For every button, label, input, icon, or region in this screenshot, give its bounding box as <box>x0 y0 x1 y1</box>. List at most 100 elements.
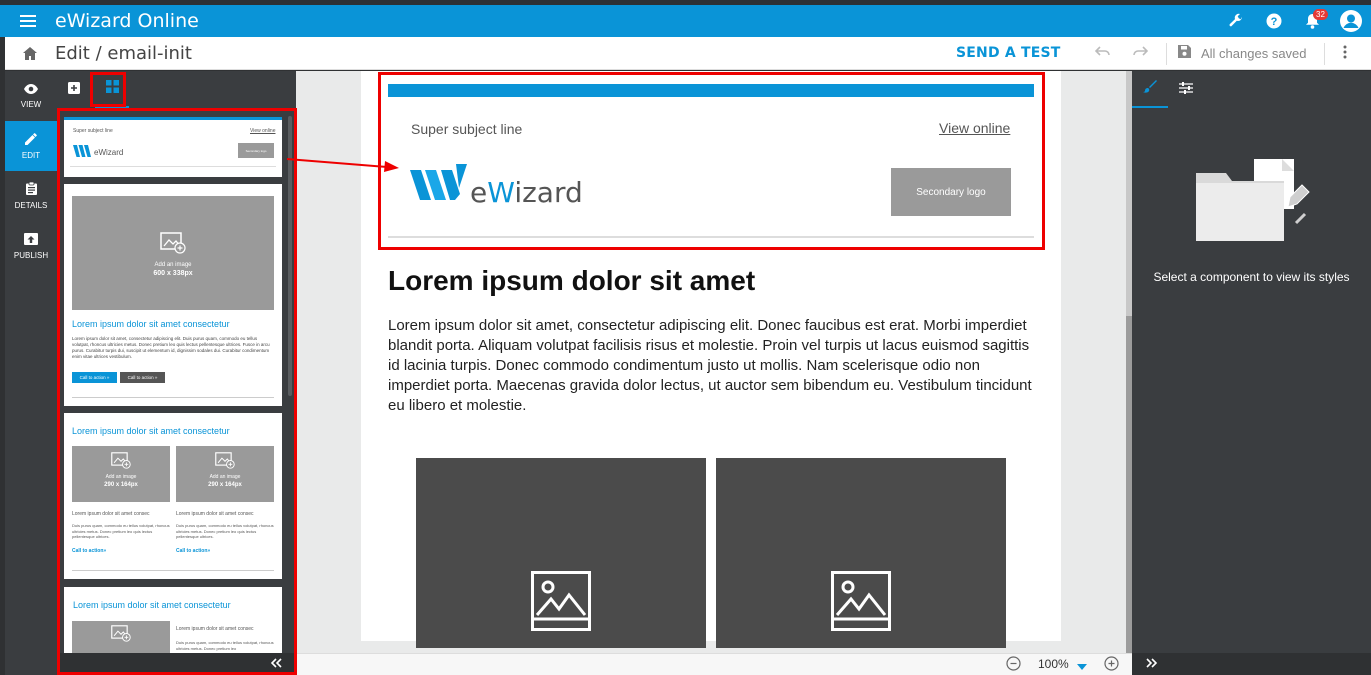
notifications-bell-icon[interactable]: 32 <box>1293 5 1331 37</box>
image-add-icon <box>72 625 170 647</box>
tab-blocks[interactable] <box>95 71 129 108</box>
thumb-brand: eWizard <box>94 148 124 157</box>
thumb-image-placeholder: Add an image 290 x 164px <box>72 446 170 502</box>
rail-item-label: EDIT <box>21 150 41 160</box>
component-thumbnail-two-columns[interactable]: Lorem ipsum dolor sit amet consectetur A… <box>64 413 282 579</box>
thumb-col-text: Duis purus quam, commodo eu tellus volut… <box>176 523 274 539</box>
collapse-left-icon[interactable] <box>270 655 282 673</box>
rail-item-label: PUBLISH <box>13 250 49 260</box>
thumb-hero-text: Lorem ipsum dolor sit amet, consectetur … <box>72 336 270 359</box>
zoom-level[interactable]: 100% <box>1038 657 1069 671</box>
wrench-icon[interactable] <box>1217 5 1255 37</box>
notification-badge: 32 <box>1313 9 1328 20</box>
email-body-text[interactable]: Lorem ipsum dolor sit amet, consectetur … <box>388 316 1038 416</box>
rail-item-edit[interactable]: EDIT <box>5 121 57 171</box>
thumb-image-placeholder: Add an image 600 x 338px <box>72 196 274 310</box>
toolbar-divider <box>1166 43 1167 65</box>
email-image-placeholder[interactable] <box>716 458 1006 648</box>
thumb-two-col-title: Lorem ipsum dolor sit amet consectetur <box>72 426 230 436</box>
empty-state-folder-icon <box>1194 159 1316 248</box>
thumb-col-title: Lorem ipsum dolor sit amet consec <box>176 511 254 517</box>
thumb-image-size: 600 x 338px <box>153 270 193 277</box>
ewizard-logo-icon <box>73 144 93 162</box>
email-image-placeholder[interactable] <box>416 458 706 648</box>
redo-icon[interactable] <box>1132 44 1149 63</box>
app-title: eWizard Online <box>55 10 199 32</box>
save-icon <box>1178 45 1191 63</box>
image-add-icon <box>72 232 274 259</box>
eye-icon <box>24 83 38 96</box>
rail-item-details[interactable]: DETAILS <box>5 171 57 221</box>
thumb-col-title: Lorem ipsum dolor sit amet consec <box>72 511 150 517</box>
component-thumbnail-image-text[interactable]: Lorem ipsum dolor sit amet consectetur L… <box>64 587 282 653</box>
email-preview: Super subject line View online eWizard S… <box>361 71 1061 648</box>
zoom-dropdown-icon[interactable] <box>1077 658 1087 675</box>
tab-styles[interactable] <box>1132 71 1168 108</box>
rail-item-label: VIEW <box>20 99 42 109</box>
header-color-band[interactable] <box>388 84 1034 97</box>
thumb-hero-title: Lorem ipsum dolor sit amet consectetur <box>72 319 230 329</box>
tab-settings[interactable] <box>1168 71 1204 108</box>
home-icon[interactable] <box>5 46 55 60</box>
help-icon[interactable]: ? <box>1255 5 1293 37</box>
rail-item-view[interactable]: VIEW <box>5 71 57 121</box>
expand-right-icon[interactable] <box>1146 655 1158 673</box>
thumb-col-cta: Call to action» <box>72 548 107 554</box>
highlight-arrow <box>286 158 399 172</box>
rail-item-publish[interactable]: PUBLISH <box>5 221 57 271</box>
thumb-col-text: Duis purus quam, commodo eu tellus volut… <box>72 523 170 539</box>
component-thumbnail-hero[interactable]: Add an image 600 x 338px Lorem ipsum dol… <box>64 184 282 406</box>
ewizard-logo-icon[interactable] <box>410 164 470 209</box>
toolbar-divider <box>1324 43 1325 65</box>
styles-panel-footer <box>1132 653 1371 675</box>
hamburger-menu-icon[interactable] <box>0 14 56 28</box>
brush-icon <box>1143 79 1157 98</box>
rail-item-label: DETAILS <box>14 201 48 210</box>
image-icon <box>531 571 591 636</box>
thumb-col-cta: Call to action» <box>176 548 211 554</box>
clipboard-icon <box>25 181 37 197</box>
svg-text:?: ? <box>1271 16 1278 28</box>
app-bar: eWizard Online ? 32 <box>0 5 1371 37</box>
thumb-image-placeholder: Add an image 290 x 164px <box>176 446 274 502</box>
editor-toolbar: Edit / email-init SEND A TEST All change… <box>5 37 1371 70</box>
breadcrumb: Edit / email-init <box>55 42 192 64</box>
blocks-grid-icon <box>105 79 119 98</box>
email-headline[interactable]: Lorem ipsum dolor sit amet <box>388 265 755 297</box>
email-canvas[interactable]: Super subject line View online eWizard S… <box>296 71 1132 653</box>
thumb-add-image-label: Add an image <box>154 262 192 268</box>
zoom-out-icon[interactable] <box>1006 656 1021 675</box>
email-subject-line[interactable]: Super subject line <box>411 121 522 137</box>
components-panel: Super subject line View online eWizard S… <box>57 71 296 675</box>
tab-add-block[interactable] <box>57 71 91 108</box>
header-divider <box>388 236 1034 238</box>
brand-wordmark[interactable]: eWizard <box>470 176 583 209</box>
zoom-bar: 100% <box>296 653 1132 675</box>
thumb-view-online: View online <box>250 128 276 134</box>
components-panel-footer <box>57 653 296 675</box>
view-online-link[interactable]: View online <box>939 120 1010 136</box>
empty-state-message: Select a component to view its styles <box>1153 270 1350 284</box>
thumb-side-title: Lorem ipsum dolor sit amet consectetur <box>73 600 231 610</box>
more-options-icon[interactable] <box>1343 45 1347 64</box>
account-avatar-icon[interactable] <box>1331 5 1371 37</box>
add-box-icon <box>68 81 80 99</box>
thumb-col-title: Lorem ipsum dolor sit amet consec <box>176 626 254 632</box>
image-icon <box>831 571 891 636</box>
thumb-secondary-logo: Secondary logo <box>238 143 274 158</box>
thumb-subject: Super subject line <box>73 128 113 134</box>
send-test-button[interactable]: SEND A TEST <box>956 45 1061 61</box>
image-add-icon <box>72 452 170 474</box>
component-thumbnail-header[interactable]: Super subject line View online eWizard S… <box>64 117 282 177</box>
pencil-icon <box>25 132 37 147</box>
secondary-logo-placeholder[interactable]: Secondary logo <box>891 168 1011 216</box>
save-status: All changes saved <box>1201 46 1307 61</box>
thumb-cta-button: Call to action » <box>72 372 117 383</box>
zoom-in-icon[interactable] <box>1104 656 1119 675</box>
navigation-rail: VIEW EDIT DETAILS PUBLISH <box>5 71 57 675</box>
components-list[interactable]: Super subject line View online eWizard S… <box>57 108 296 653</box>
undo-icon[interactable] <box>1094 44 1111 63</box>
thumb-image-placeholder <box>72 621 170 653</box>
thumb-col-text: Duis purus quam, commodo eu tellus volut… <box>176 640 274 651</box>
image-add-icon <box>176 452 274 474</box>
